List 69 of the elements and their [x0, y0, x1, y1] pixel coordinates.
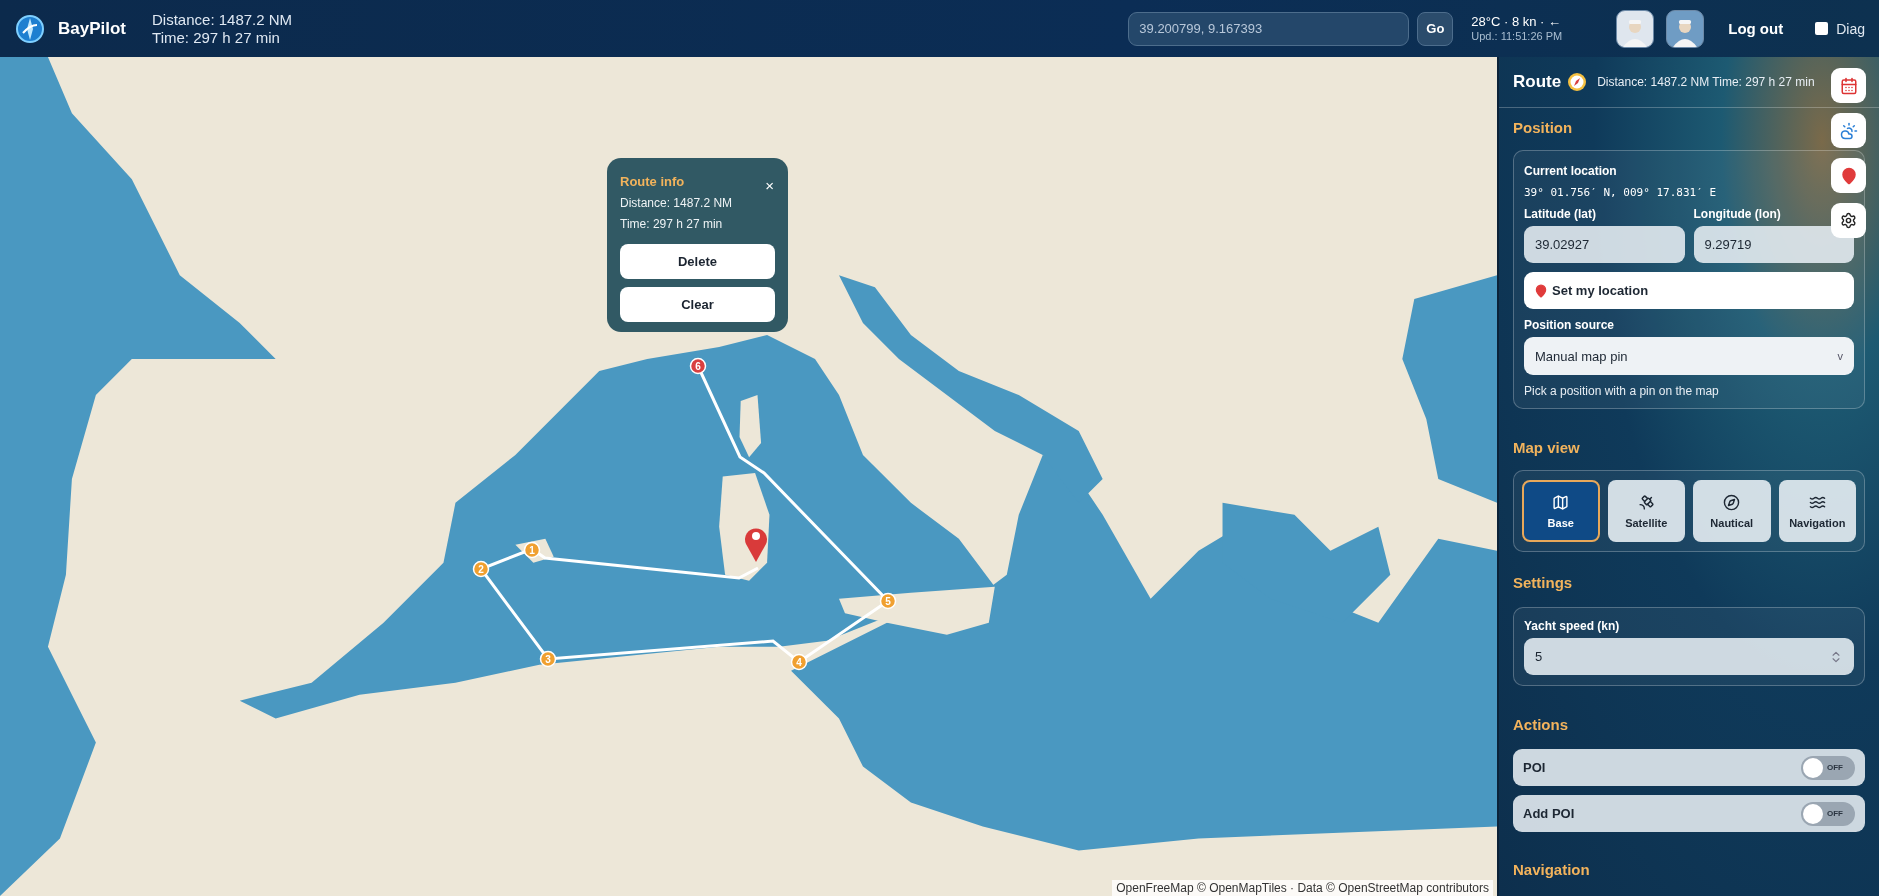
position-source-select[interactable]: Manual map pin v: [1524, 337, 1854, 375]
section-heading: Actions: [1513, 716, 1568, 733]
compass-icon: [1567, 72, 1588, 92]
field-label: Longitude (lon): [1693, 207, 1782, 221]
map-layer-tab[interactable]: Navigation: [1778, 480, 1856, 542]
set-location-button[interactable]: Set my location: [1524, 272, 1854, 309]
route-title: Route: [1513, 72, 1562, 92]
toggle-switch[interactable]: OFF: [1801, 801, 1855, 826]
field-label: Position source: [1524, 318, 1616, 332]
map-layer-tab[interactable]: Base: [1522, 480, 1600, 542]
diag-label: Diag: [1836, 20, 1865, 37]
avatar[interactable]: [1666, 9, 1705, 48]
select-value: Manual map pin: [1535, 348, 1628, 364]
field-label: Yacht speed (kn): [1524, 619, 1621, 633]
popup-button[interactable]: Clear: [620, 287, 775, 322]
go-button[interactable]: Go: [1417, 11, 1454, 46]
field-label: Latitude (lat): [1524, 207, 1597, 221]
diag-checkbox[interactable]: [1815, 22, 1829, 35]
caret-text: v: [1837, 350, 1843, 362]
map-layer-tab[interactable]: Nautical: [1693, 480, 1771, 542]
compass-icon: [1723, 493, 1741, 511]
popup-time: Time: 297 h 27 min: [620, 217, 723, 231]
toggle-label: POI: [1523, 760, 1546, 775]
coordinates-search-field[interactable]: 39.200799, 9.167393: [1128, 11, 1410, 46]
field-label: Current location: [1524, 164, 1618, 178]
settings-button[interactable]: [1831, 203, 1866, 238]
updated-time: Upd.: 11:51:26 PM: [1471, 28, 1563, 43]
logout-button[interactable]: Log out: [1722, 19, 1790, 38]
map-attribution: OpenFreeMap © OpenMapTiles · Data © OpenStreetMap contributors: [1112, 880, 1493, 896]
island-shape: [739, 395, 762, 458]
section-heading: Navigation: [1513, 861, 1590, 878]
yacht-speed-field[interactable]: 5: [1524, 638, 1854, 675]
settings-icon: [1840, 212, 1857, 229]
section-heading: Position: [1513, 119, 1573, 136]
section-heading: Settings: [1513, 574, 1573, 591]
coordinates-text: 39° 01.756′ N, 009° 17.831′ E: [1524, 186, 1718, 199]
satellite-icon: [1637, 493, 1655, 511]
time-text: Time: 297 h 27 min: [152, 28, 281, 47]
avatar[interactable]: [1616, 9, 1655, 48]
weather-text: 28°C · 8 kn · ←: [1471, 14, 1563, 29]
cloud-sun-icon: [1839, 121, 1858, 140]
compass-logo-icon: [14, 12, 46, 45]
longitude-field[interactable]: 9.29719: [1693, 226, 1854, 263]
field-value: 5: [1535, 649, 1543, 664]
location-button[interactable]: [1831, 158, 1866, 193]
route-summary: Distance: 1487.2 NM Time: 297 h 27 min: [1597, 75, 1815, 89]
map-layer-tab[interactable]: Satellite: [1607, 480, 1685, 542]
close-button[interactable]: ×: [765, 178, 774, 193]
section-heading: Map view: [1513, 439, 1580, 456]
calendar-button[interactable]: [1831, 68, 1866, 103]
toggle-switch[interactable]: OFF: [1801, 755, 1855, 780]
distance-text: Distance: 1487.2 NM: [152, 10, 293, 29]
toggle-label: Add POI: [1523, 806, 1575, 821]
route-waypoint-marker[interactable]: 6: [689, 357, 707, 375]
weather-button[interactable]: [1831, 113, 1866, 148]
switch-state-text: OFF: [1827, 763, 1843, 772]
switch-state-text: OFF: [1827, 809, 1843, 818]
latitude-field[interactable]: 39.02927: [1524, 226, 1685, 263]
map-icon: [1552, 493, 1570, 511]
pin-icon: [1534, 283, 1548, 298]
pin-icon: [1839, 166, 1858, 185]
popup-title: Route info: [620, 174, 685, 189]
popup-button[interactable]: Delete: [620, 244, 775, 279]
map-background[interactable]: 1 2 3 4 5 6 Route info × Distance: 1487.2 NM Time: 297 h 27 min Delete Clear OpenFreeMap © OpenMapTiles · Data © OpenStreetMap contributors: [0, 57, 1497, 896]
app-name: BayPilot: [58, 18, 127, 39]
location-pin-icon[interactable]: [745, 528, 767, 562]
calendar-icon: [1839, 76, 1858, 95]
hint-text: Pick a position with a pin on the map: [1524, 384, 1720, 398]
popup-distance: Distance: 1487.2 NM: [620, 196, 733, 210]
